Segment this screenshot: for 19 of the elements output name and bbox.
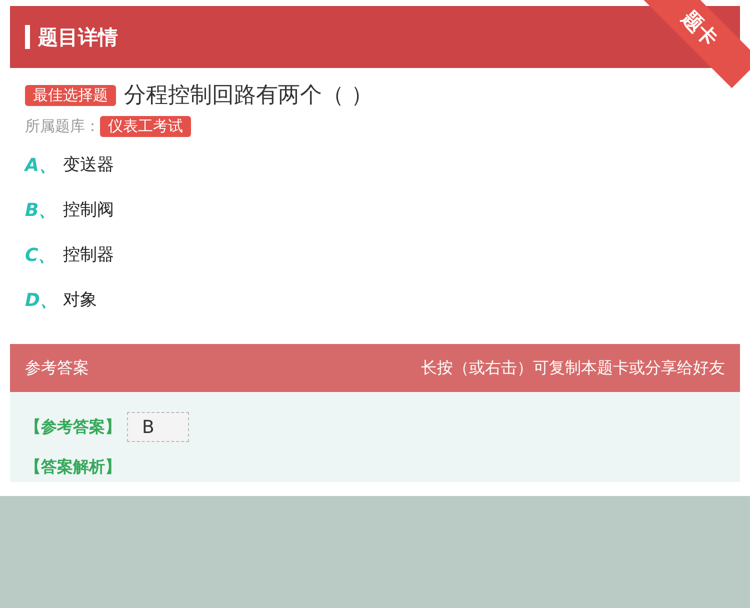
question-type-tag: 最佳选择题 xyxy=(25,84,116,106)
answer-title: 参考答案 xyxy=(25,358,89,378)
analysis-label: 【答案解析】 xyxy=(25,456,121,478)
title-marker xyxy=(25,25,30,49)
bank-tag[interactable]: 仪表工考试 xyxy=(100,116,191,137)
answer-label: 【参考答案】 xyxy=(25,416,121,438)
option-letter: D、 xyxy=(25,288,59,312)
option-text: 变送器 xyxy=(63,154,114,176)
option-letter: C、 xyxy=(25,244,58,266)
option-text: 对象 xyxy=(63,289,97,311)
option-letter: B、 xyxy=(25,198,58,222)
share-hint: 长按（或右击）可复制本题卡或分享给好友 xyxy=(421,358,725,378)
option-text: 控制器 xyxy=(63,244,114,266)
bank-label: 所属题库： xyxy=(25,117,100,136)
page-title: 题目详情 xyxy=(38,24,118,50)
answer-value: B xyxy=(127,412,189,442)
option-letter: A、 xyxy=(25,154,58,176)
option-text: 控制阀 xyxy=(63,199,114,221)
question-text: 分程控制回路有两个（ ） xyxy=(124,82,373,110)
